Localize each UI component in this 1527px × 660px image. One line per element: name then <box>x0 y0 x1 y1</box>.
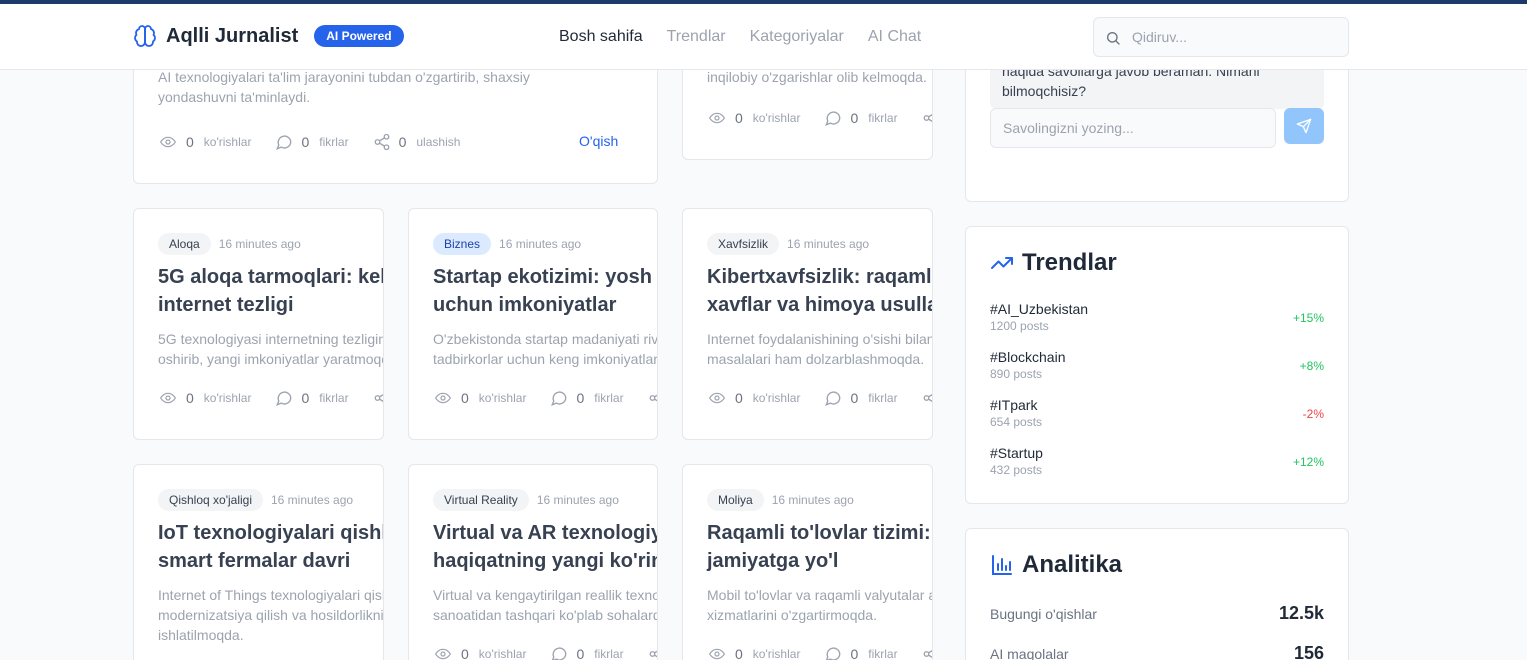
nav-ai-chat[interactable]: AI Chat <box>868 28 921 46</box>
timestamp: 16 minutes ago <box>499 237 582 251</box>
share-icon[interactable] <box>922 645 933 660</box>
share-icon[interactable] <box>648 645 658 660</box>
eye-icon <box>708 648 726 660</box>
bar-chart-icon <box>992 555 1012 575</box>
article-meta: 0 ko'rishlar 0 fikrlar <box>707 109 933 127</box>
search-box <box>1093 17 1349 57</box>
eye-icon <box>434 392 452 404</box>
share-icon[interactable] <box>648 389 658 407</box>
chat-input[interactable] <box>990 108 1276 148</box>
article-meta: 0 ko'rishlar 0 fikrlar <box>433 389 658 407</box>
article-card[interactable]: Virtual Reality 16 minutes ago Virtual va… <box>408 464 658 660</box>
comment-icon <box>551 391 567 406</box>
article-card[interactable]: Qishloq xo'jaligi 16 minutes ago IoT texn… <box>133 464 384 660</box>
category-tag[interactable]: Aloqa <box>158 233 211 255</box>
article-excerpt: O'zbekistonda startap madaniyati rivojla… <box>433 331 658 367</box>
share-icon[interactable] <box>922 109 933 127</box>
article-title[interactable]: Kibertxavfsizlik: raqamli dunyoxavflar v… <box>707 263 932 319</box>
category-tag[interactable]: Virtual Reality <box>433 489 529 511</box>
share-icon[interactable] <box>373 389 384 407</box>
comment-icon <box>276 135 292 150</box>
brand-logo[interactable]: Aqlli Jurnalist AI Powered <box>133 21 404 51</box>
eye-icon <box>708 392 726 404</box>
category-tag[interactable]: Qishloq xo'jaligi <box>158 489 263 511</box>
comment-icon <box>552 647 567 660</box>
article-excerpt: Virtual va kengaytirilgan reallik texnol… <box>433 587 657 623</box>
eye-icon <box>159 136 177 148</box>
article-title[interactable]: Raqamli to'lovlar tizimi: naqd pulsizjam… <box>707 519 932 575</box>
category-tag[interactable]: Biznes <box>433 233 492 255</box>
category-tag[interactable]: Xavfsizlik <box>707 233 780 255</box>
comment-icon <box>825 391 841 406</box>
eye-icon <box>708 112 726 124</box>
article-excerpt: Internet of Things texnologiyalari qishl… <box>158 587 384 643</box>
comment-icon <box>825 111 841 126</box>
article-meta: 0 ko'rishlar 0 fikrlar <box>707 645 933 660</box>
article-excerpt: Internet foydalanishining o'sishi bilan … <box>707 331 933 367</box>
timestamp: 16 minutes ago <box>218 237 301 251</box>
timestamp: 16 minutes ago <box>771 493 854 507</box>
article-title[interactable]: Startap ekotizimi: yosh tadbirkorlaruchu… <box>433 263 657 319</box>
analytics-row: AI maqolalar 156 <box>990 643 1324 660</box>
main-nav: Bosh sahifa Trendlar Kategoriyalar AI Ch… <box>559 28 921 46</box>
share-icon[interactable] <box>922 389 933 407</box>
timestamp: 16 minutes ago <box>536 493 619 507</box>
trend-change: +8% <box>1299 359 1324 373</box>
article-card[interactable]: Biznes 16 minutes ago Startap ekotizimi: … <box>408 208 658 440</box>
article-excerpt: inqilobiy o'zgarishlar olib kelmoqda. <box>707 69 927 85</box>
trends-title: Trendlar <box>1022 249 1117 276</box>
trend-item[interactable]: #Startup 432 posts +12% <box>990 445 1324 477</box>
trend-item[interactable]: #ITpark 654 posts -2% <box>990 397 1324 429</box>
nav-categories[interactable]: Kategoriyalar <box>750 28 844 46</box>
category-tag[interactable]: Moliya <box>707 489 764 511</box>
article-meta: 0 ko'rishlar 0 fikrlar <box>158 389 384 407</box>
timestamp: 16 minutes ago <box>787 237 870 251</box>
top-navbar: Aqlli Jurnalist AI Powered Bosh sahifa T… <box>0 4 1527 70</box>
read-more-link[interactable]: O'qish <box>579 133 618 149</box>
trends-panel: Trendlar #AI_Uzbekistan 1200 posts +15% #… <box>965 226 1349 504</box>
article-title[interactable]: Virtual va AR texnologiyalari:haqiqatnin… <box>433 519 657 575</box>
ai-powered-badge: AI Powered <box>314 25 404 47</box>
eye-icon <box>159 392 177 404</box>
article-card[interactable]: Xavfsizlik 16 minutes ago Kibertxavfsizli… <box>682 208 933 440</box>
share-icon[interactable] <box>373 133 391 151</box>
article-meta: 0 ko'rishlar 0 fikrlar <box>707 389 933 407</box>
trending-up-icon <box>991 257 1013 269</box>
article-title[interactable]: IoT texnologiyalari qishloqda:smart ferm… <box>158 519 383 575</box>
brand-title: Aqlli Jurnalist <box>166 24 299 47</box>
timestamp: 16 minutes ago <box>271 493 354 507</box>
trend-item[interactable]: #AI_Uzbekistan 1200 posts +15% <box>990 301 1324 333</box>
analytics-panel: Analitika Bugungi o'qishlar 12.5k AI maqo… <box>965 528 1349 660</box>
article-card[interactable]: Moliya 16 minutes ago Raqamli to'lovlar t… <box>682 464 933 660</box>
trend-change: -2% <box>1302 407 1324 421</box>
nav-trends[interactable]: Trendlar <box>667 28 726 46</box>
comment-icon <box>826 647 841 660</box>
article-meta: 0 ko'rishlar 0 fikrlar <box>433 645 658 660</box>
trend-change: +15% <box>1292 311 1324 325</box>
send-button[interactable] <box>1284 108 1324 144</box>
article-card[interactable]: Aloqa 16 minutes ago 5G aloqa tarmoqlari:… <box>133 208 384 440</box>
article-excerpt: Mobil to'lovlar va raqamli valyutalar an… <box>707 587 932 623</box>
article-title[interactable]: 5G aloqa tarmoqlari: kelajakinternet tez… <box>158 263 383 319</box>
trend-change: +12% <box>1292 455 1324 469</box>
analytics-title: Analitika <box>1022 551 1123 578</box>
nav-home[interactable]: Bosh sahifa <box>559 28 643 46</box>
analytics-row: Bugungi o'qishlar 12.5k <box>990 603 1324 623</box>
search-icon <box>1107 32 1120 45</box>
article-excerpt: AI texnologiyalari ta'lim jarayonini tub… <box>158 69 530 105</box>
article-excerpt: 5G texnologiyasi internetning tezligini o… <box>158 331 384 367</box>
eye-icon <box>434 648 452 660</box>
trend-item[interactable]: #Blockchain 890 posts +8% <box>990 349 1324 381</box>
search-input[interactable] <box>1132 18 1332 56</box>
send-icon <box>1296 118 1312 134</box>
comment-icon <box>276 391 292 406</box>
article-meta: 0 ko'rishlar 0 fikrlar 0 ulashish <box>158 133 484 151</box>
brain-icon <box>134 25 156 47</box>
